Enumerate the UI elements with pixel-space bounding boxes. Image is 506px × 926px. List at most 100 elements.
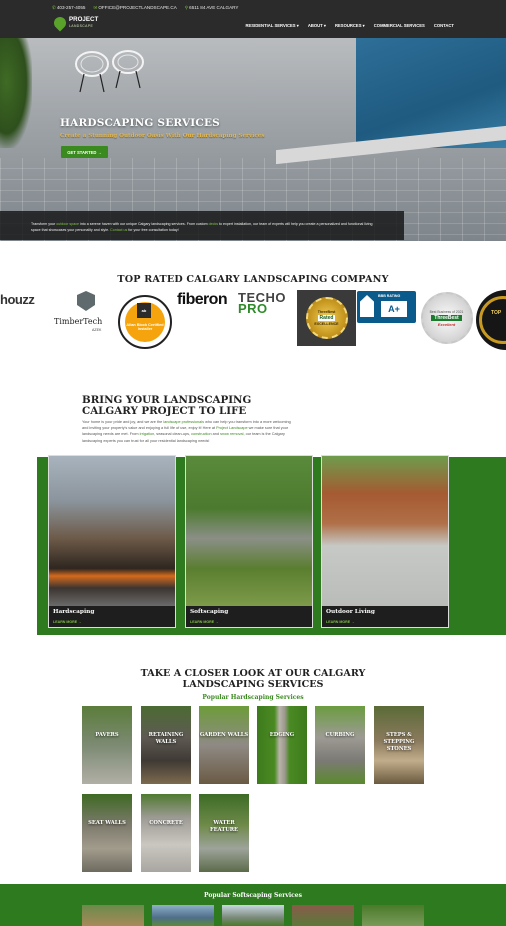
landscape-professionals-link[interactable]: landscape professionals <box>163 420 204 424</box>
bring-title: BRING YOUR LANDSCAPING CALGARY PROJECT TO… <box>82 395 251 417</box>
threebest-excellent-badge[interactable]: Best Business of 2021 ThreeBest Excellen… <box>417 290 476 346</box>
allan-block-badge[interactable]: ab Allan Block Certified Installer <box>118 295 172 349</box>
threebest-mid: Rated <box>317 315 336 321</box>
logo-sub: LANDSCAPE <box>69 24 94 28</box>
tile-garden-walls[interactable]: GARDEN WALLS <box>199 706 249 784</box>
bbb-rating-label: BBB RATING <box>378 294 401 298</box>
bbb-grade: A+ <box>381 301 407 317</box>
learn-more-link[interactable]: LEARN MORE → <box>190 620 219 624</box>
timbertech-logo[interactable]: TimberTech AZEK <box>54 291 116 335</box>
outdoor-space-link[interactable]: outdoor space <box>56 222 79 226</box>
email-link[interactable]: ✉OFFICE@PROJECTLANDSCAPE.CA <box>93 5 176 11</box>
nav-residential-services[interactable]: RESIDENTIAL SERVICES ▾ <box>245 23 298 28</box>
softscaping-tile[interactable] <box>222 905 284 926</box>
phone-link[interactable]: ✆403-257-4055 <box>52 5 85 11</box>
tile-curbing[interactable]: CURBING <box>315 706 365 784</box>
tile-label: EDGING <box>269 732 295 738</box>
softscaping-tile[interactable] <box>152 905 214 926</box>
tile-water-feature[interactable]: WATER FEATURE <box>199 794 249 872</box>
bring-text-part: , seasonal clean-ups, <box>154 432 192 437</box>
intro-text-part: Transform your <box>31 222 57 226</box>
irrigation-link[interactable]: irrigation <box>140 432 155 436</box>
address-link[interactable]: ⚲6511 84 AVE CALGARY <box>185 5 239 11</box>
bring-text-part: Your home is your pride and joy, and we … <box>82 420 164 424</box>
tile-label: GARDEN WALLS <box>199 732 249 738</box>
mail-icon: ✉ <box>93 5 98 10</box>
bbb-rating-badge[interactable]: BBB RATING A+ <box>357 291 416 323</box>
softscaping-tile[interactable] <box>82 905 144 926</box>
closer-title-line1: TAKE A CLOSER LOOK AT OUR CALGARY <box>140 668 366 679</box>
logo-text: PROJECT LANDSCAPE <box>69 16 99 29</box>
logo-name: PROJECT <box>69 16 99 23</box>
softscaping-tile[interactable] <box>362 905 424 926</box>
houzz-logo[interactable]: houzz <box>0 292 35 307</box>
tile-label: PAVERS <box>95 732 119 738</box>
hero-title: HARDSCAPING SERVICES <box>60 117 220 129</box>
tile-label: WATER FEATURE <box>209 820 239 833</box>
silver-medal-icon: Best Business of 2021 ThreeBest Excellen… <box>420 292 473 344</box>
softscaping-tile[interactable] <box>292 905 354 926</box>
techo-pro-logo[interactable]: TECHO PRO <box>238 291 286 315</box>
intro-text: Transform your outdoor space into a sere… <box>31 221 376 233</box>
project-landscape-link[interactable]: Project Landscape <box>216 426 247 430</box>
tile-label: CONCRETE <box>149 820 183 826</box>
map-pin-icon: ⚲ <box>184 5 189 10</box>
card-title: Outdoor Living <box>326 609 375 615</box>
card-outdoor-living[interactable]: Outdoor Living LEARN MORE → <box>321 455 449 628</box>
gold-ring-icon <box>479 296 506 344</box>
tile-concrete[interactable]: CONCRETE <box>141 794 191 872</box>
learn-more-link[interactable]: LEARN MORE → <box>53 620 82 624</box>
leaf-icon <box>51 14 69 32</box>
timbertech-text: TimberTech <box>54 317 103 326</box>
nav-about[interactable]: ABOUT ▾ <box>308 23 326 28</box>
allan-block-mark: ab <box>137 303 151 318</box>
nav-resources[interactable]: RESOURCES ▾ <box>335 23 365 28</box>
phone-icon: ✆ <box>52 5 56 10</box>
tile-pavers[interactable]: PAVERS <box>82 706 132 784</box>
decks-link[interactable]: decks <box>209 222 218 226</box>
threebest-rated-badge[interactable]: ThreeBest Rated EXCELLENCE <box>297 290 356 346</box>
bring-text: Your home is your pride and joy, and we … <box>82 419 292 444</box>
tile-label: SEAT WALLS <box>88 820 126 826</box>
tile-edging[interactable]: EDGING <box>257 706 307 784</box>
hero-section: HARDSCAPING SERVICES Create a Stunning O… <box>0 38 506 241</box>
site-header: ✆403-257-4055 ✉OFFICE@PROJECTLANDSCAPE.C… <box>0 0 506 38</box>
timbertech-sub: AZEK <box>92 328 102 332</box>
hero-plant-image <box>0 38 32 148</box>
intro-text-part: for your free consultation today! <box>127 228 179 232</box>
hardscaping-photo <box>49 456 175 606</box>
fiberon-logo[interactable]: fiberon <box>177 291 228 309</box>
bring-text-part: and <box>211 432 221 437</box>
main-nav: RESIDENTIAL SERVICES ▾ ABOUT ▾ RESOURCES… <box>245 23 454 28</box>
best-business-text: Best Business of 2021 <box>429 309 464 314</box>
address-text: 6511 84 AVE CALGARY <box>189 5 239 10</box>
excellent-text: Excellent <box>437 321 456 327</box>
card-hardscaping[interactable]: Hardscaping LEARN MORE → <box>48 455 176 628</box>
nav-commercial-services[interactable]: COMMERCIAL SERVICES <box>374 23 425 28</box>
tile-seat-walls[interactable]: SEAT WALLS <box>82 794 132 872</box>
contact-us-link[interactable]: Contact us <box>110 228 127 232</box>
card-softscaping[interactable]: Softscaping LEARN MORE → <box>185 455 313 628</box>
top-rated-title: TOP RATED CALGARY LANDSCAPING COMPANY <box>117 274 389 285</box>
timbertech-shield-icon <box>77 291 95 311</box>
phone-text: 403-257-4055 <box>56 5 86 10</box>
hero-subtitle: Create a Stunning Outdoor Oasis With Our… <box>60 133 265 139</box>
get-started-button[interactable]: GET STARTED → <box>61 146 108 158</box>
site-logo[interactable]: PROJECT LANDSCAPE <box>51 14 99 32</box>
top-text: TOP <box>491 310 502 316</box>
threebest-bottom: EXCELLENCE <box>314 322 339 326</box>
tile-steps-stepping-stones[interactable]: STEPS & STEPPING STONES <box>374 706 424 784</box>
snow-removal-link[interactable]: snow removal <box>220 432 243 436</box>
closer-title-line2: LANDSCAPING SERVICES <box>182 678 324 690</box>
nav-contact[interactable]: CONTACT <box>434 23 454 28</box>
outdoor-living-photo <box>322 456 448 606</box>
card-title: Softscaping <box>190 609 229 615</box>
learn-more-link[interactable]: LEARN MORE → <box>326 620 355 624</box>
threebest-top-badge[interactable]: TOP <box>476 290 506 350</box>
threebest-medal-icon: ThreeBest Rated EXCELLENCE <box>305 297 348 339</box>
tile-label: STEPS & STEPPING STONES <box>383 732 415 752</box>
email-text: OFFICE@PROJECTLANDSCAPE.CA <box>98 5 177 10</box>
tile-retaining-walls[interactable]: RETAINING WALLS <box>141 706 191 784</box>
construction-link[interactable]: construction <box>191 432 211 436</box>
bbb-seal-icon <box>360 295 374 317</box>
